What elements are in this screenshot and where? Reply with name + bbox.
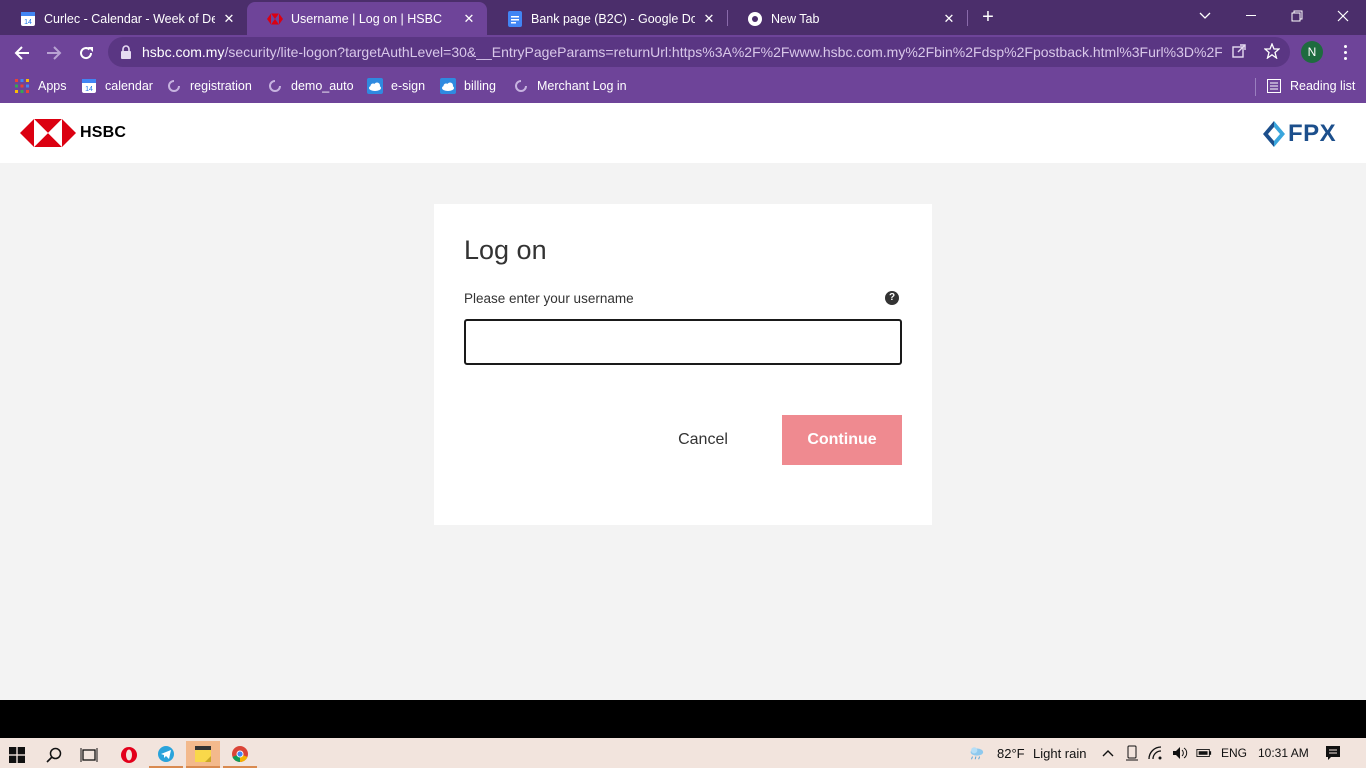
tab-title: Bank page (B2C) - Google Docs	[531, 11, 695, 26]
continue-button[interactable]: Continue	[782, 415, 902, 465]
url-text[interactable]: hsbc.com.my/security/lite-logon?targetAu…	[142, 44, 1222, 60]
calendar-icon: 14	[20, 11, 36, 27]
back-icon[interactable]	[9, 40, 35, 66]
bookmarks-bar: Apps 14 calendar registration demo_auto …	[0, 70, 1366, 103]
bookmark-registration[interactable]: registration	[166, 76, 252, 96]
reading-list-icon	[1266, 78, 1282, 94]
tab-title: Curlec - Calendar - Week of December	[44, 11, 215, 26]
chrome-icon[interactable]	[223, 741, 257, 768]
opera-icon[interactable]	[112, 741, 146, 768]
bookmark-label: e-sign	[391, 79, 426, 93]
cancel-button[interactable]: Cancel	[659, 415, 747, 465]
tab-hsbc-logon[interactable]: Username | Log on | HSBC ✕	[247, 2, 487, 35]
loader-icon	[267, 78, 283, 94]
bookmark-label: Merchant Log in	[537, 79, 627, 93]
more-options-icon[interactable]	[1337, 40, 1353, 64]
loader-icon	[166, 78, 182, 94]
apps-grid-icon	[14, 78, 30, 94]
fpx-logo: FPX	[1263, 120, 1336, 148]
hsbc-logo[interactable]: HSBC	[20, 119, 126, 147]
fpx-diamond-icon	[1263, 121, 1285, 147]
tab-new-tab[interactable]: New Tab ✕	[727, 2, 967, 35]
loader-icon	[513, 78, 529, 94]
input-language[interactable]: ENG	[1221, 746, 1247, 760]
docs-icon	[507, 10, 523, 27]
bookmark-apps[interactable]: Apps	[14, 76, 67, 96]
bookmark-e-sign[interactable]: e-sign	[367, 76, 425, 96]
forward-icon[interactable]	[41, 40, 67, 66]
address-bar[interactable]: hsbc.com.my/security/lite-logon?targetAu…	[108, 37, 1290, 67]
wifi-icon[interactable]	[1148, 745, 1164, 761]
volume-icon[interactable]	[1172, 745, 1188, 761]
minimize-icon[interactable]	[1228, 0, 1274, 32]
close-window-icon[interactable]	[1320, 0, 1366, 32]
page-bottom-band	[0, 700, 1366, 738]
close-icon[interactable]: ✕	[221, 11, 237, 27]
close-icon[interactable]: ✕	[941, 11, 957, 27]
hsbc-icon	[267, 11, 283, 27]
bookmark-calendar[interactable]: 14 calendar	[81, 76, 153, 96]
reading-list-button[interactable]: Reading list	[1266, 76, 1355, 96]
weather-temperature[interactable]: 82°F	[997, 746, 1025, 761]
clock-time[interactable]: 10:31 AM	[1258, 746, 1309, 760]
weather-description[interactable]: Light rain	[1033, 746, 1086, 761]
share-icon[interactable]	[1230, 42, 1248, 60]
cloud-icon	[367, 78, 383, 94]
device-icon[interactable]	[1124, 745, 1140, 761]
tab-strip: 14 Curlec - Calendar - Week of December …	[0, 0, 1366, 35]
tab-calendar[interactable]: 14 Curlec - Calendar - Week of December …	[0, 2, 247, 35]
partner-name: FPX	[1288, 120, 1337, 147]
bookmark-billing[interactable]: billing	[440, 76, 496, 96]
username-label: Please enter your username	[464, 291, 634, 306]
windows-taskbar: 82°F Light rain ENG 10:31 AM	[0, 738, 1366, 768]
tab-title: New Tab	[771, 11, 820, 26]
page-title: Log on	[464, 235, 547, 265]
search-icon[interactable]	[37, 741, 71, 768]
close-icon[interactable]: ✕	[461, 11, 477, 27]
tab-search-chevron-icon[interactable]	[1182, 0, 1228, 32]
bookmark-label: demo_auto	[291, 79, 354, 93]
page-content: HSBC FPX Log on Please enter your userna…	[0, 103, 1366, 700]
chevron-up-icon[interactable]	[1100, 745, 1116, 761]
windows-start-icon[interactable]	[0, 741, 34, 768]
sticky-notes-icon[interactable]	[186, 741, 220, 768]
bookmark-label: registration	[190, 79, 252, 93]
calendar-icon: 14	[81, 78, 97, 94]
svg-text:14: 14	[24, 19, 32, 26]
bookmark-star-icon[interactable]	[1263, 42, 1281, 60]
bookmark-label: calendar	[105, 79, 153, 93]
reading-list-label: Reading list	[1290, 79, 1356, 93]
profile-avatar[interactable]: N	[1301, 41, 1323, 63]
cloud-icon	[440, 78, 456, 94]
bookmark-label: billing	[464, 79, 496, 93]
notification-center-icon[interactable]	[1325, 745, 1341, 761]
site-header: HSBC FPX	[0, 103, 1366, 163]
browser-toolbar: hsbc.com.my/security/lite-logon?targetAu…	[0, 35, 1366, 70]
hsbc-hexagon-icon	[20, 119, 76, 147]
tab-title: Username | Log on | HSBC	[291, 11, 443, 26]
task-view-icon[interactable]	[72, 741, 106, 768]
close-icon[interactable]: ✕	[701, 11, 717, 27]
bookmark-label: Apps	[38, 79, 67, 93]
brand-name: HSBC	[80, 124, 127, 141]
svg-text:14: 14	[85, 86, 93, 93]
battery-icon[interactable]	[1196, 745, 1212, 761]
bookmark-demo-auto[interactable]: demo_auto	[267, 76, 354, 96]
help-icon[interactable]: ?	[885, 291, 899, 305]
tab-divider	[967, 10, 968, 26]
login-card: Log on Please enter your username ? Canc…	[434, 204, 932, 525]
lock-icon[interactable]	[120, 45, 132, 59]
restore-icon[interactable]	[1274, 0, 1320, 32]
telegram-icon[interactable]	[149, 741, 183, 768]
bookmarks-divider	[1255, 78, 1256, 96]
chrome-icon	[747, 11, 763, 27]
username-input[interactable]	[464, 319, 902, 365]
weather-rain-icon[interactable]	[968, 745, 984, 761]
tab-google-docs[interactable]: Bank page (B2C) - Google Docs ✕	[487, 2, 727, 35]
bookmark-merchant-log-in[interactable]: Merchant Log in	[513, 76, 627, 96]
new-tab-button[interactable]: +	[977, 6, 999, 28]
reload-icon[interactable]	[73, 40, 99, 66]
